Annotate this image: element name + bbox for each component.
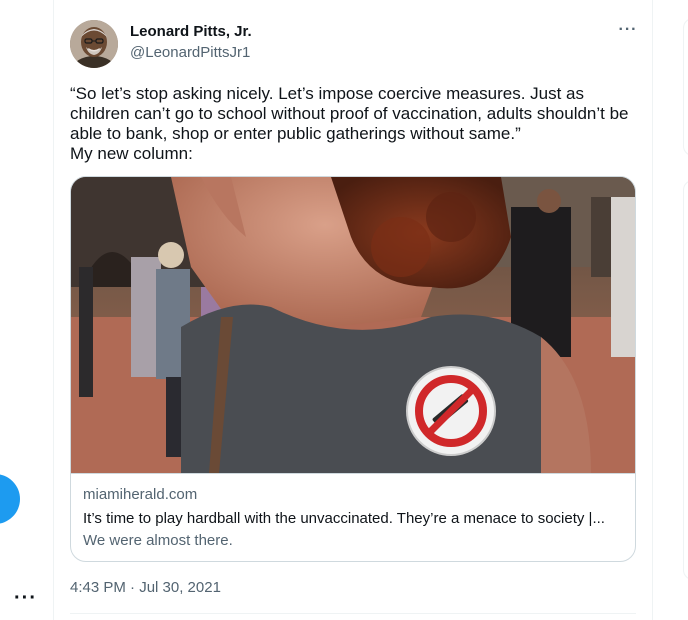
card-description: We were almost there. bbox=[83, 532, 233, 549]
tweet-quote: “So let’s stop asking nicely. Let’s impo… bbox=[70, 84, 629, 143]
avatar-image bbox=[70, 20, 118, 68]
link-card[interactable]: miamiherald.com It’s time to play hardba… bbox=[70, 176, 636, 562]
card-title: It’s time to play hardball with the unva… bbox=[83, 510, 605, 527]
divider bbox=[70, 613, 636, 614]
card-photo bbox=[71, 177, 635, 473]
tweet: Leonard Pitts, Jr. @LeonardPittsJr1 ··· … bbox=[54, 0, 652, 620]
tweet-caption: My new column: bbox=[70, 144, 193, 163]
tweet-timestamp[interactable]: 4:43 PM · Jul 30, 2021 bbox=[70, 579, 221, 596]
more-horizontal-icon[interactable]: ··· bbox=[616, 22, 640, 42]
card-image[interactable] bbox=[71, 177, 635, 473]
avatar[interactable] bbox=[70, 20, 118, 68]
card-domain: miamiherald.com bbox=[83, 486, 198, 503]
right-divider bbox=[652, 0, 653, 620]
user-handle[interactable]: @LeonardPittsJr1 bbox=[130, 44, 250, 61]
left-sidebar: ··· bbox=[0, 0, 54, 620]
tweet-text: “So let’s stop asking nicely. Let’s impo… bbox=[70, 84, 640, 164]
card-meta[interactable]: miamiherald.com It’s time to play hardba… bbox=[71, 473, 635, 561]
account-more-icon[interactable]: ··· bbox=[14, 588, 37, 608]
display-name[interactable]: Leonard Pitts, Jr. bbox=[130, 23, 252, 40]
right-sidebar-card-2 bbox=[683, 180, 688, 580]
right-sidebar-card bbox=[683, 18, 688, 156]
post-button[interactable] bbox=[0, 474, 20, 524]
